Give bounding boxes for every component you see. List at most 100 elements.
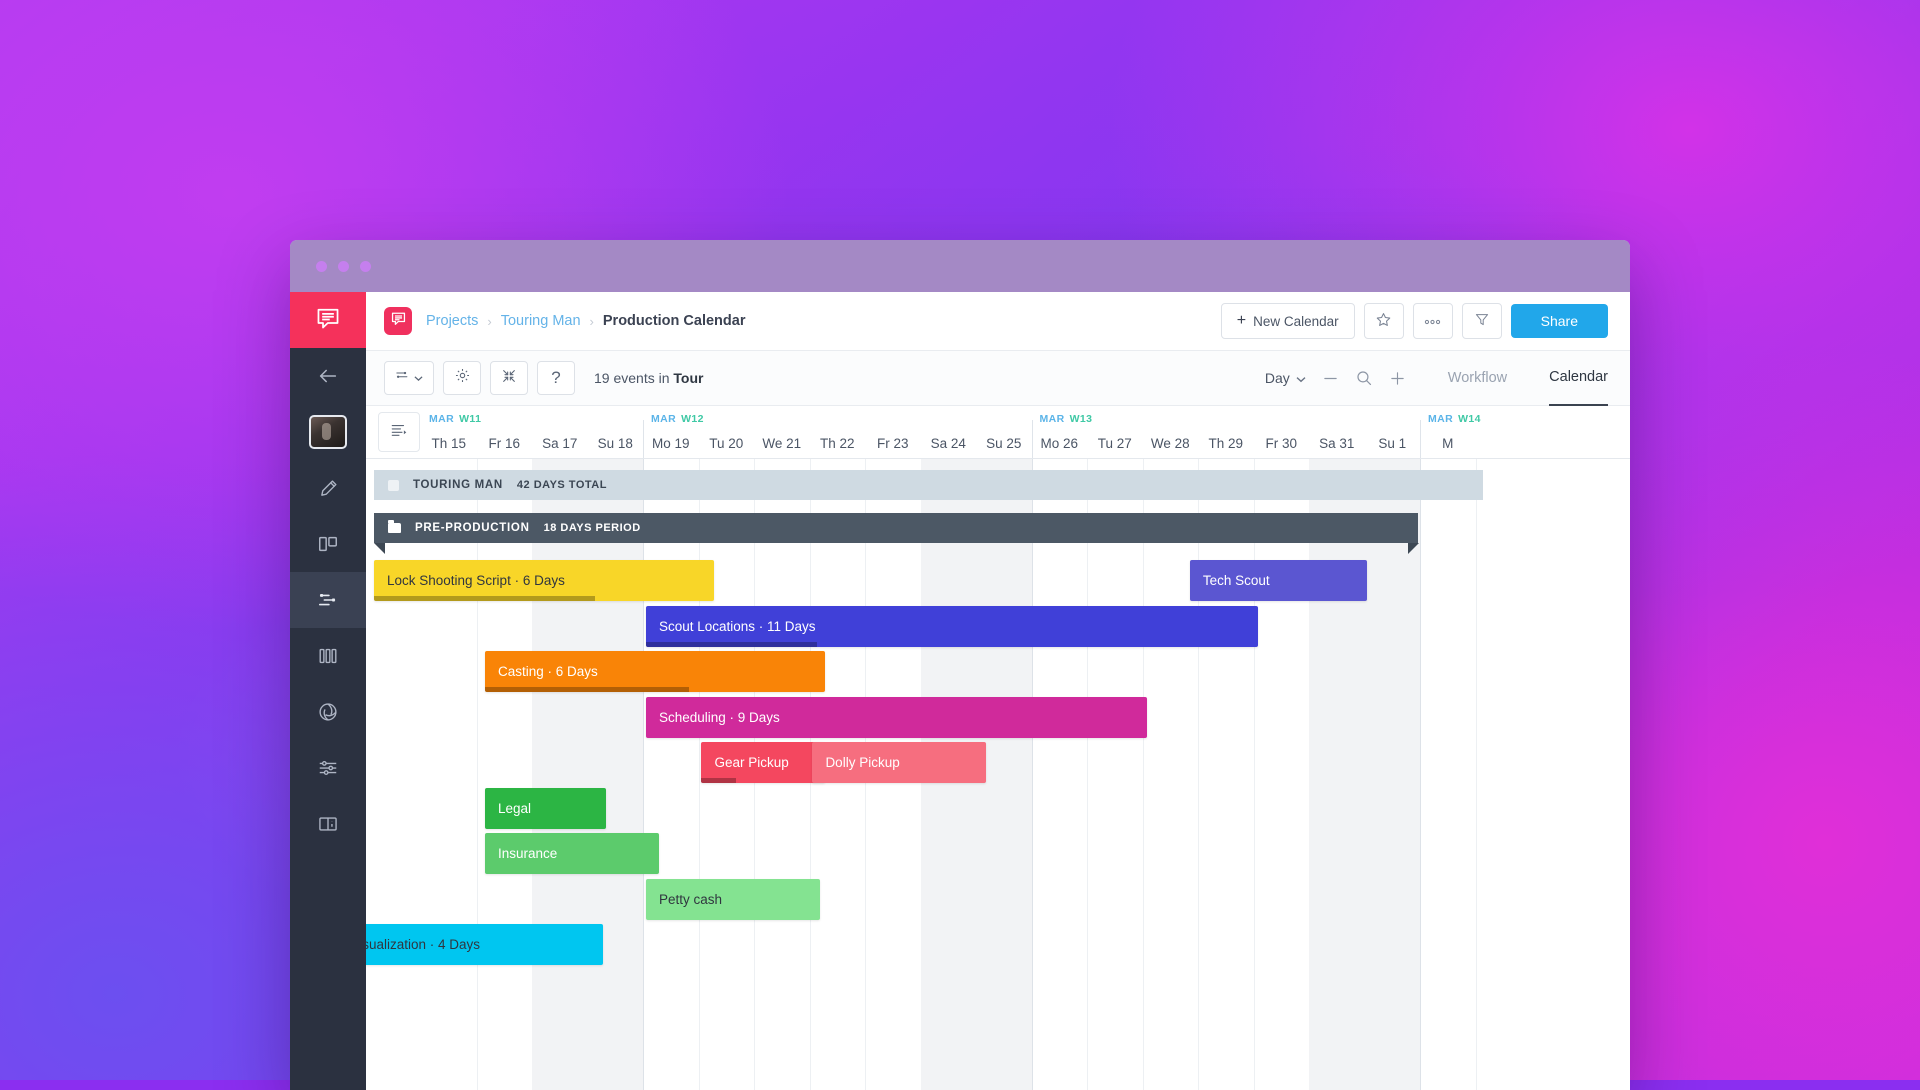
grid-column [477, 458, 534, 1090]
time-unit-label: Day [1265, 370, 1290, 386]
gantt-bar[interactable]: Insurance [485, 833, 659, 874]
ellipsis-icon [1423, 314, 1442, 329]
layers-dropdown-button[interactable] [384, 361, 434, 395]
gantt-bar-label: Insurance [498, 846, 557, 861]
tab-calendar[interactable]: Calendar [1549, 350, 1608, 407]
header-actions: + New Calendar [1221, 303, 1608, 339]
gantt-bar-label: Casting · 6 Days [498, 664, 598, 679]
favorite-button[interactable] [1364, 303, 1404, 339]
day-label: Th 15 [421, 430, 477, 458]
row-expand-toggle[interactable] [378, 412, 420, 452]
chevron-down-icon [414, 369, 423, 387]
month-label: MAR [1040, 413, 1065, 425]
event-count-text: 19 events in [594, 370, 673, 386]
more-options-button[interactable] [1413, 303, 1453, 339]
gantt-chart: MARW11MARW12MARW13MARW14 Th 15Fr 16Sa 17… [366, 406, 1630, 1090]
grid-column [1087, 458, 1144, 1090]
date-header: MARW11MARW12MARW13MARW14 Th 15Fr 16Sa 17… [366, 406, 1630, 459]
sidebar-item-back[interactable] [290, 348, 366, 404]
star-icon [1375, 311, 1392, 331]
sidebar-item-media[interactable] [290, 684, 366, 740]
sidebar-item-board[interactable] [290, 516, 366, 572]
gantt-bar-progress [485, 687, 689, 692]
collapse-button[interactable] [490, 361, 528, 395]
sidebar-item-project-thumbnail[interactable] [290, 404, 366, 460]
sidebar-item-sliders[interactable] [290, 740, 366, 796]
time-unit-dropdown[interactable]: Day [1265, 370, 1306, 386]
week-number-label: W11 [459, 413, 481, 425]
grid-column [1420, 458, 1477, 1090]
group-row-pre-production[interactable]: PRE-PRODUCTION 18 DAYS PERIOD [374, 513, 1418, 543]
folder-icon [388, 523, 401, 533]
event-count-scope: Tour [673, 370, 703, 386]
day-label: Th 22 [810, 430, 866, 458]
app-icon[interactable] [384, 307, 412, 335]
gantt-bar-label: Legal [498, 801, 531, 816]
gantt-bar[interactable]: Scout Locations · 11 Days [646, 606, 1258, 647]
breadcrumb-production-calendar: Production Calendar [603, 313, 746, 329]
window-close-dot[interactable] [316, 261, 327, 272]
gantt-bar[interactable]: Dolly Pickup [812, 742, 986, 783]
group-name: TOURING MAN [413, 479, 503, 491]
zoom-in-button[interactable] [1389, 370, 1406, 387]
month-label: MAR [651, 413, 676, 425]
breadcrumb-touring-man[interactable]: Touring Man [501, 313, 581, 329]
group-meta: 42 DAYS TOTAL [517, 479, 607, 491]
gantt-bar-progress [374, 596, 595, 601]
funnel-icon [1474, 311, 1490, 331]
sidebar-item-docs[interactable] [290, 796, 366, 852]
new-calendar-button[interactable]: + New Calendar [1221, 303, 1355, 339]
tab-workflow[interactable]: Workflow [1448, 351, 1507, 405]
grid-column [1254, 458, 1311, 1090]
app-logo-button[interactable] [290, 292, 366, 348]
grid-column [1032, 458, 1089, 1090]
chat-bubble-icon [390, 310, 407, 332]
checkbox-icon[interactable] [388, 480, 399, 491]
gantt-bar[interactable]: Tech Scout [1190, 560, 1367, 601]
gantt-bar-label: Scout Locations · 11 Days [659, 619, 816, 634]
group-tail-left [374, 543, 385, 554]
gantt-bar-label: Gear Pickup [714, 755, 788, 770]
sidebar-item-list[interactable] [290, 628, 366, 684]
day-label: Th 29 [1198, 430, 1254, 458]
breadcrumb-projects[interactable]: Projects [426, 313, 478, 329]
zoom-fit-button[interactable] [1355, 369, 1373, 387]
gantt-bar[interactable]: Petty cash [646, 879, 820, 920]
help-button[interactable]: ? [537, 361, 575, 395]
month-label: MAR [1428, 413, 1453, 425]
new-calendar-label: New Calendar [1253, 314, 1339, 329]
week-label: MARW12 [651, 413, 704, 425]
gantt-bar[interactable]: Casting · 6 Days [485, 651, 825, 692]
gantt-bar[interactable]: Previsualization · 4 Days [366, 924, 603, 965]
sidebar-item-gantt[interactable] [290, 572, 366, 628]
collapse-icon [501, 368, 517, 389]
share-button[interactable]: Share [1511, 304, 1608, 338]
day-label: Su 1 [1365, 430, 1421, 458]
gantt-bar-progress [646, 642, 817, 647]
gantt-bar-label: Petty cash [659, 892, 722, 907]
gantt-bar[interactable]: Gear Pickup [701, 742, 825, 783]
layers-icon [395, 368, 410, 388]
window-maximize-dot[interactable] [360, 261, 371, 272]
gantt-bar-label: Lock Shooting Script · 6 Days [387, 573, 565, 588]
gantt-bar[interactable]: Scheduling · 9 Days [646, 697, 1147, 738]
book-icon [317, 813, 339, 835]
event-count-label: 19 events in Tour [594, 370, 703, 386]
day-label: Sa 17 [532, 430, 588, 458]
week-divider [1032, 420, 1033, 458]
group-row-touring-man[interactable]: TOURING MAN 42 DAYS TOTAL [374, 470, 1483, 500]
settings-button[interactable] [443, 361, 481, 395]
gantt-bar-label: Scheduling · 9 Days [659, 710, 780, 725]
gantt-bar[interactable]: Legal [485, 788, 606, 829]
filter-button[interactable] [1462, 303, 1502, 339]
week-divider [1420, 420, 1421, 458]
window-minimize-dot[interactable] [338, 261, 349, 272]
zoom-out-button[interactable] [1322, 370, 1339, 387]
grid-column [1198, 458, 1255, 1090]
day-label: Sa 31 [1309, 430, 1365, 458]
gantt-bar[interactable]: Lock Shooting Script · 6 Days [374, 560, 714, 601]
sidebar-item-edit[interactable] [290, 460, 366, 516]
day-label: Su 18 [588, 430, 644, 458]
grid-column [421, 458, 478, 1090]
gantt-grid: TOURING MAN 42 DAYS TOTAL PRE-PRODUCTION… [366, 458, 1630, 1090]
